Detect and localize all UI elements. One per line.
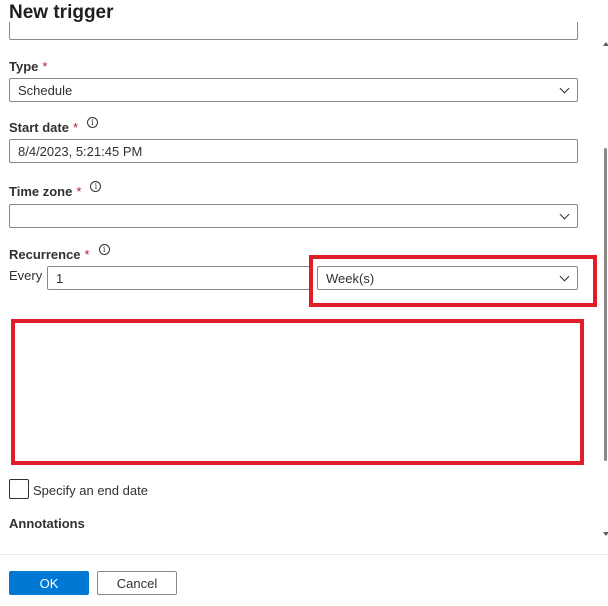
previous-field[interactable]	[9, 22, 578, 40]
type-label: Type *	[9, 59, 47, 74]
required-marker: *	[84, 247, 90, 262]
required-marker: *	[76, 184, 82, 199]
start-date-label: Start date * i	[9, 117, 99, 135]
scroll-up-icon[interactable]	[603, 42, 608, 46]
required-marker: *	[42, 59, 48, 74]
recurrence-label-text: Recurrence	[9, 247, 81, 262]
recurrence-interval-input[interactable]: 1	[47, 266, 310, 290]
recurrence-interval-value: 1	[56, 270, 64, 286]
info-icon[interactable]: i	[98, 244, 110, 255]
scrollbar-thumb[interactable]	[604, 148, 607, 461]
chevron-down-icon	[559, 209, 570, 220]
footer-divider	[0, 554, 608, 555]
end-date-checkbox[interactable]	[9, 479, 29, 499]
info-icon[interactable]: i	[90, 181, 102, 192]
start-date-label-text: Start date	[9, 120, 69, 135]
cancel-button[interactable]: Cancel	[97, 571, 177, 595]
chevron-down-icon	[559, 83, 570, 94]
end-date-checkbox-label[interactable]: Specify an end date	[33, 483, 148, 498]
start-date-value: 8/4/2023, 5:21:45 PM	[18, 143, 143, 159]
annotations-label: Annotations	[9, 516, 85, 531]
time-zone-dropdown[interactable]	[9, 204, 578, 228]
ok-button[interactable]: OK	[9, 571, 89, 595]
panel-title: New trigger	[9, 2, 114, 23]
highlight-box-empty-area	[11, 319, 584, 465]
annotations-label-text: Annotations	[9, 516, 85, 531]
type-label-text: Type	[9, 59, 39, 74]
start-date-input[interactable]: 8/4/2023, 5:21:45 PM	[9, 139, 578, 163]
scroll-down-icon[interactable]	[603, 532, 608, 536]
every-label: Every	[9, 268, 43, 283]
type-dropdown[interactable]: Schedule	[9, 78, 578, 102]
time-zone-label: Time zone * i	[9, 181, 102, 199]
time-zone-label-text: Time zone	[9, 184, 73, 199]
required-marker: *	[72, 120, 79, 135]
recurrence-label: Recurrence * i	[9, 244, 110, 262]
highlight-box-unit	[309, 255, 597, 307]
type-value: Schedule	[18, 82, 73, 98]
info-icon[interactable]: i	[87, 117, 99, 128]
